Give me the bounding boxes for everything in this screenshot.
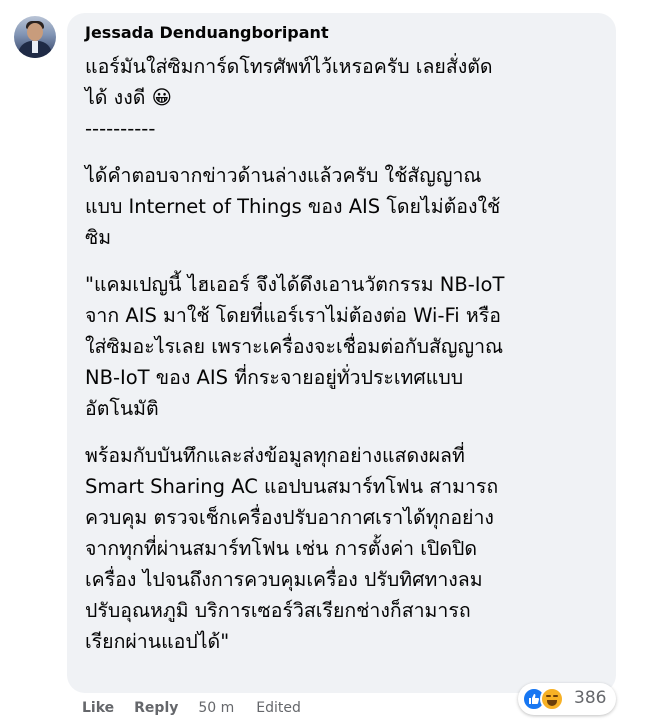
comment-author[interactable]: Jessada Denduangboripant bbox=[85, 23, 329, 42]
comment-bubble: Jessada Denduangboripant แอร์มันใส่ซิมกา… bbox=[67, 13, 616, 693]
comment-paragraph: พร้อมกับบันทึกและส่งข้อมูลทุกอย่างแสดงผล… bbox=[85, 444, 499, 653]
reactions-summary[interactable]: 386 bbox=[518, 683, 616, 715]
avatar-head bbox=[27, 23, 43, 41]
avatar-shirt bbox=[32, 41, 38, 53]
edited-label[interactable]: Edited bbox=[256, 700, 301, 716]
comment-actions: Like Reply 50 m Edited bbox=[82, 700, 323, 716]
comment-paragraph: แอร์มันใส่ซิมการ์ดโทรศัพท์ไว้เหรอครับ เล… bbox=[85, 55, 493, 140]
comment-body: แอร์มันใส่ซิมการ์ดโทรศัพท์ไว้เหรอครับ เล… bbox=[85, 51, 605, 657]
reaction-count: 386 bbox=[574, 688, 607, 708]
avatar[interactable] bbox=[14, 16, 56, 58]
comment-paragraph: ได้คำตอบจากข่าวด้านล่างแล้วครับ ใช้สัญญา… bbox=[85, 164, 501, 249]
reply-button[interactable]: Reply bbox=[134, 700, 178, 716]
comment-timestamp[interactable]: 50 m bbox=[198, 700, 234, 716]
haha-eye bbox=[546, 695, 551, 697]
like-button[interactable]: Like bbox=[82, 700, 114, 716]
haha-eye bbox=[553, 695, 558, 697]
thumbs-up-icon bbox=[529, 694, 540, 704]
comment-paragraph: "แคมเปญนี้ ไฮเออร์ จึงได้ดึงเอานวัตกรรม … bbox=[85, 273, 505, 420]
haha-mouth bbox=[547, 700, 557, 706]
haha-icon bbox=[540, 687, 564, 711]
